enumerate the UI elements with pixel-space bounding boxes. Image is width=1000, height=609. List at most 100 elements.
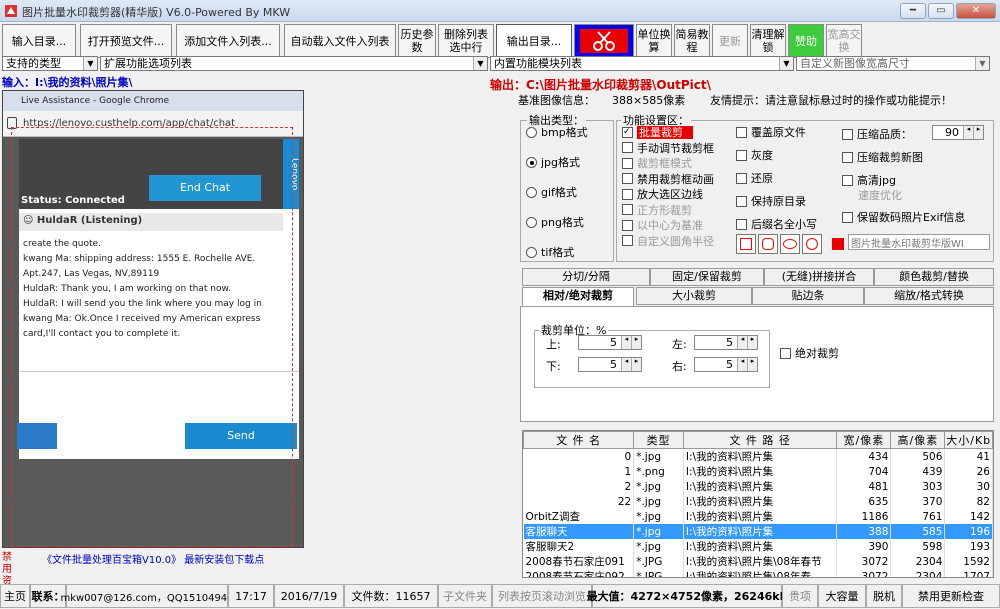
spin-down-icon[interactable]: ◂ (963, 126, 973, 139)
spin-up-icon[interactable]: ▸ (631, 358, 641, 371)
function-option[interactable]: 保持原目录 (736, 193, 806, 209)
wh-swap-button[interactable]: 宽高交换 (826, 24, 862, 58)
table-header[interactable]: 文 件 名 (523, 431, 635, 449)
function-option[interactable]: 自定义圆角半径 (622, 233, 714, 249)
function-option[interactable]: 裁剪框模式 (622, 155, 692, 171)
function-option[interactable]: ✓ 批量裁剪 (622, 124, 693, 140)
output-dir-button[interactable]: 输出目录... (496, 24, 572, 58)
table-row[interactable]: 22 *.jpg I:\我的资料\照片集 635 370 82 (523, 494, 993, 509)
tab-top[interactable]: (无缝)拼接拼合 (764, 268, 874, 286)
red-scissors-button[interactable] (574, 24, 634, 58)
auto-load-button[interactable]: 自动载入文件入列表 (284, 24, 396, 58)
crop-left-spinner[interactable]: 5 ◂ ▸ (694, 335, 758, 350)
function-option[interactable]: 正方形裁剪 (622, 202, 692, 218)
function-option[interactable]: 后缀名全小写 (736, 216, 817, 232)
history-button[interactable]: 历史参数 (398, 24, 436, 58)
spin-up-icon[interactable]: ▸ (747, 336, 757, 349)
function-option[interactable]: 速度优化 (858, 187, 902, 203)
tab-bottom[interactable]: 相对/绝对裁剪 (522, 287, 634, 307)
spin-down-icon[interactable]: ◂ (621, 358, 631, 371)
function-option[interactable]: 灰度 (736, 147, 773, 163)
output-type-radio[interactable]: png格式 (526, 214, 584, 230)
square-shape-icon[interactable] (736, 234, 756, 254)
expensive-status[interactable]: 贵项 (782, 584, 818, 608)
table-header[interactable]: 宽/像素 (836, 431, 892, 449)
output-type-radio[interactable]: jpg格式 (526, 154, 580, 170)
spin-up-icon[interactable]: ▸ (747, 358, 757, 371)
table-row[interactable]: OrbitZ调查 *.jpg I:\我的资料\照片集 1186 761 142 (523, 509, 993, 524)
spin-down-icon[interactable]: ◂ (737, 358, 747, 371)
color-swatch[interactable] (832, 238, 844, 250)
crop-top-spinner[interactable]: 5 ◂ ▸ (578, 335, 642, 350)
maximize-button[interactable]: ▭ (928, 3, 954, 19)
rounded-shape-icon[interactable] (758, 234, 778, 254)
table-row[interactable]: 2008春节石家庄091 *.JPG I:\我的资料\照片集\08年春节 3072 23… (523, 554, 993, 569)
types-select[interactable]: 支持的类型 ▼ (2, 56, 98, 71)
tab-bottom[interactable]: 贴边条 (752, 287, 864, 305)
table-header[interactable]: 高/像素 (890, 431, 946, 449)
update-button[interactable]: 更新 (712, 24, 748, 58)
ellipse-shape-icon[interactable] (780, 234, 800, 254)
function-option[interactable]: 高清jpg (842, 172, 896, 188)
function-option[interactable]: 手动调节裁剪框 (622, 140, 714, 156)
close-button[interactable]: ✕ (956, 3, 996, 19)
offline-status[interactable]: 脱机 (866, 584, 902, 608)
tab-bottom[interactable]: 缩放/格式转换 (864, 287, 994, 305)
circle-shape-icon[interactable] (802, 234, 822, 254)
tab-top[interactable]: 固定/保留裁剪 (650, 268, 764, 286)
output-type-radio[interactable]: bmp格式 (526, 124, 588, 140)
add-files-button[interactable]: 添加文件入列表... (176, 24, 280, 58)
promo-link[interactable]: 《文件批量处理百宝箱V10.0》 最新安装包下载点 (42, 551, 264, 566)
file-table[interactable]: 文 件 名类型文 件 路 径宽/像素 高/像素 大小/Kb 0 *.jpg I:\我的资… (522, 430, 994, 578)
spin-down-icon[interactable]: ◂ (737, 336, 747, 349)
open-preview-button[interactable]: 打开预览文件... (80, 24, 172, 58)
custom-size-select[interactable]: 自定义新图像宽高尺寸 ▼ (796, 56, 990, 71)
table-row[interactable]: 客服聊天2 *.jpg I:\我的资料\照片集 390 598 193 (523, 539, 993, 554)
crop-right-spinner[interactable]: 5 ◂ ▸ (694, 357, 758, 372)
crop-bottom-spinner[interactable]: 5 ◂ ▸ (578, 357, 642, 372)
spin-down-icon[interactable]: ◂ (621, 336, 631, 349)
browse-status[interactable]: 列表按页滚动浏览 (492, 584, 592, 608)
home-status[interactable]: 主页 (0, 584, 30, 608)
spin-up-icon[interactable]: ▸ (631, 336, 641, 349)
capacity-status[interactable]: 大容量 (818, 584, 866, 608)
output-type-radio[interactable]: tif格式 (526, 244, 574, 260)
function-option[interactable]: 放大选区边线 (622, 186, 703, 202)
tab-top[interactable]: 颜色裁剪/替换 (874, 268, 994, 286)
minimize-button[interactable]: ━ (900, 3, 926, 19)
tab-bottom[interactable]: 大小裁剪 (636, 287, 752, 305)
disable-update-status[interactable]: 禁用更新检查 (902, 584, 1000, 608)
function-option[interactable]: 覆盖原文件 (736, 124, 806, 140)
watermark-text-field[interactable]: 图片批量水印裁剪华版WI (848, 234, 990, 250)
sponsor-button[interactable]: 赞助 (788, 24, 824, 58)
crop-frame[interactable] (11, 127, 293, 547)
table-header[interactable]: 文 件 路 径 (682, 431, 838, 449)
function-option[interactable]: 保留数码照片Exif信息 (842, 209, 965, 225)
input-dir-button[interactable]: 输入目录... (2, 24, 76, 58)
table-row[interactable]: 2 *.jpg I:\我的资料\照片集 481 303 30 (523, 479, 993, 494)
table-row[interactable]: 客服聊天 *.jpg I:\我的资料\照片集 388 585 196 (523, 524, 993, 539)
spin-up-icon[interactable]: ▸ (973, 126, 983, 139)
table-row[interactable]: 0 *.jpg I:\我的资料\照片集 434 506 41 (523, 448, 993, 464)
function-option[interactable]: 还原 (736, 170, 773, 186)
table-header[interactable]: 大小/Kb (944, 431, 993, 449)
builtin-select[interactable]: 内置功能模块列表 ▼ (490, 56, 794, 71)
batch-label[interactable]: 禁用资讯 (2, 552, 18, 599)
delete-row-button[interactable]: 删除列表选中行 (438, 24, 494, 58)
tutorial-button[interactable]: 简易教程 (674, 24, 710, 58)
unit-convert-button[interactable]: 单位换算 (636, 24, 672, 58)
absolute-crop-checkbox[interactable]: 绝对裁剪 (780, 345, 839, 361)
subfolder-status[interactable]: 子文件夹 (438, 584, 492, 608)
quality-spinner[interactable]: 90 ◂ ▸ (932, 125, 984, 140)
table-header[interactable]: 类型 (633, 431, 684, 449)
output-type-radio[interactable]: gif格式 (526, 184, 577, 200)
function-option[interactable]: 压缩裁剪新图 (842, 149, 923, 165)
function-option[interactable]: 压缩品质： (842, 126, 912, 142)
table-row[interactable]: 2008春节石家庄092 *.JPG I:\我的资料\照片集\08年春 3072 230… (523, 569, 993, 577)
modules-select[interactable]: 扩展功能选项列表 ▼ (100, 56, 488, 71)
table-row[interactable]: 1 *.png I:\我的资料\照片集 704 439 26 (523, 464, 993, 479)
function-option[interactable]: 以中心为基准 (622, 217, 703, 233)
clear-unlock-button[interactable]: 清理解锁 (750, 24, 786, 58)
function-option[interactable]: 禁用裁剪框动画 (622, 171, 714, 187)
preview-panel[interactable]: Live Assistance - Google Chrome https://… (2, 90, 304, 548)
